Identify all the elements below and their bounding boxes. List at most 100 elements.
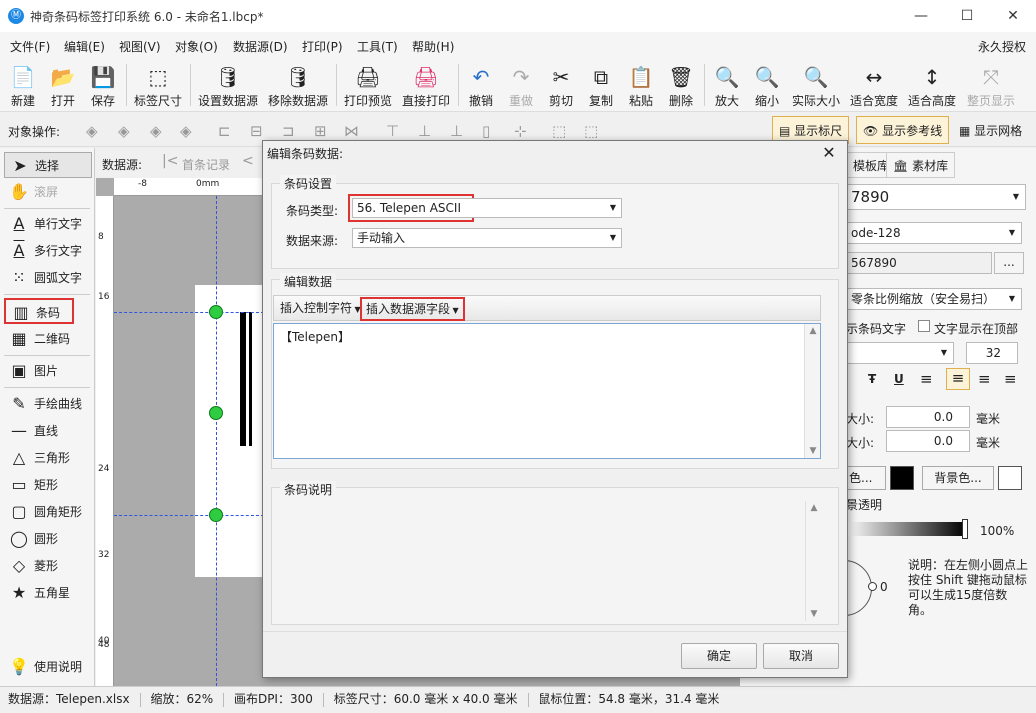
selection-handle[interactable] [209, 508, 223, 522]
menu-tools[interactable]: 工具(T) [357, 38, 398, 55]
help-button[interactable]: 💡 使用说明 [4, 654, 92, 680]
set-datasource-button[interactable]: 🛢 设置数据源 [196, 60, 260, 110]
tool-freehand[interactable]: ✎ 手绘曲线 [4, 391, 92, 417]
prev-record-icon[interactable]: < [242, 153, 254, 169]
save-button[interactable]: 💾 保存 [84, 60, 122, 110]
underline-icon[interactable]: U [894, 372, 904, 386]
first-record-button[interactable]: 首条记录 [182, 156, 230, 173]
tool-multi-line-text[interactable]: A 多行文字 [4, 238, 92, 264]
transparency-slider[interactable] [846, 522, 966, 536]
insert-control-char-button[interactable]: 插入控制字符 ▼ [276, 299, 365, 319]
align-center-text-icon[interactable]: ≡ [946, 368, 970, 390]
dialog-close-button[interactable]: ✕ [819, 143, 839, 162]
tab-material-library[interactable]: 🏛 素材库 [886, 152, 956, 178]
offset-y-stepper[interactable]: 0.0 [886, 430, 970, 452]
toggle-grid[interactable]: ▦ 显示网格 [952, 116, 1029, 144]
align-left-text-icon[interactable]: ≡ [920, 370, 933, 388]
description-scrollbar[interactable]: ▲ ▼ [805, 501, 821, 621]
selection-handle[interactable] [209, 305, 223, 319]
open-button[interactable]: 📂 打开 [44, 60, 82, 110]
ungroup-icon[interactable]: ⬚ [584, 122, 598, 140]
scroll-down-icon[interactable]: ▼ [806, 609, 822, 619]
browse-button[interactable]: ... [994, 252, 1024, 274]
first-record-icon[interactable]: |< [162, 153, 178, 169]
align-right-icon[interactable]: ⊐ [282, 122, 295, 140]
tool-diamond[interactable]: ◇ 菱形 [4, 553, 92, 579]
justify-text-icon[interactable]: ≡ [1004, 370, 1017, 388]
barcode-type-select[interactable]: 56. Telepen ASCII ▼ [352, 198, 622, 218]
menu-object[interactable]: 对象(O) [175, 38, 218, 55]
layer-down-icon[interactable]: ◈ [150, 122, 162, 140]
tool-circle[interactable]: ◯ 圆形 [4, 526, 92, 552]
redo-button[interactable]: ↷ 重做 [502, 60, 540, 110]
distribute-v-icon[interactable]: ⋈ [344, 122, 359, 140]
transparency-slider-handle[interactable] [962, 519, 968, 539]
align-bottom-icon[interactable]: ⊥ [450, 122, 463, 140]
tool-triangle[interactable]: △ 三角形 [4, 445, 92, 471]
tool-single-line-text[interactable]: A 单行文字 [4, 211, 92, 237]
data-source-select[interactable]: 手动输入 ▼ [352, 228, 622, 248]
foreground-color-button[interactable]: 色... [846, 466, 886, 490]
tool-qrcode[interactable]: ▦ 二维码 [4, 326, 92, 352]
background-color-swatch[interactable] [998, 466, 1022, 490]
background-color-button[interactable]: 背景色... [922, 466, 994, 490]
zoom-out-button[interactable]: 🔍 缩小 [748, 60, 786, 110]
scroll-up-icon[interactable]: ▲ [805, 326, 821, 336]
delete-button[interactable]: 🗑 删除 [662, 60, 700, 110]
label-size-button[interactable]: ⬚ 标签尺寸 [130, 60, 186, 110]
paste-button[interactable]: 📋 粘贴 [622, 60, 660, 110]
print-preview-button[interactable]: 🖨 打印预览 [342, 60, 394, 110]
menu-print[interactable]: 打印(P) [302, 38, 343, 55]
scroll-down-icon[interactable]: ▼ [805, 446, 821, 456]
align-right-text-icon[interactable]: ≡ [978, 370, 991, 388]
new-button[interactable]: 📄 新建 [4, 60, 42, 110]
font-family-combo[interactable]: ▼ [846, 342, 954, 364]
strikethrough-icon[interactable]: Ŧ [868, 372, 876, 386]
align-left-icon[interactable]: ⊏ [218, 122, 231, 140]
tool-select[interactable]: ➤ 选择 [4, 152, 92, 178]
tool-image[interactable]: ▣ 图片 [4, 358, 92, 384]
menu-view[interactable]: 视图(V) [119, 38, 161, 55]
same-height-icon[interactable]: ⊹ [514, 122, 527, 140]
group-icon[interactable]: ⬚ [552, 122, 566, 140]
close-window-button[interactable]: ✕ [990, 0, 1036, 32]
data-scrollbar[interactable]: ▲ ▼ [804, 324, 820, 458]
barcode-data-field[interactable]: 567890 [846, 252, 992, 274]
insert-datasource-field-button[interactable]: 插入数据源字段 ▼ [360, 297, 465, 321]
tool-line[interactable]: — 直线 [4, 418, 92, 444]
rotation-handle[interactable] [868, 582, 877, 591]
same-width-icon[interactable]: ▯ [482, 122, 490, 140]
align-middle-icon[interactable]: ⊥ [418, 122, 431, 140]
fit-width-button[interactable]: ↔ 适合宽度 [848, 60, 900, 110]
remove-datasource-button[interactable]: 🛢 移除数据源 [266, 60, 330, 110]
align-center-icon[interactable]: ⊟ [250, 122, 263, 140]
copy-button[interactable]: ⧉ 复制 [582, 60, 620, 110]
menu-edit[interactable]: 编辑(E) [64, 38, 105, 55]
layer-up-icon[interactable]: ◈ [86, 122, 98, 140]
toggle-guides[interactable]: 👁 显示参考线 [856, 116, 950, 144]
align-top-icon[interactable]: ⊤ [386, 122, 399, 140]
font-size-stepper[interactable]: 32 [966, 342, 1018, 364]
fit-height-button[interactable]: ↕ 适合高度 [906, 60, 958, 110]
foreground-color-swatch[interactable] [890, 466, 914, 490]
barcode-data-textarea[interactable]: 【Telepen】 ▲ ▼ [273, 323, 821, 459]
tool-star[interactable]: ★ 五角星 [4, 580, 92, 606]
tool-arc-text[interactable]: ⁙ 圆弧文字 [4, 265, 92, 291]
cancel-button[interactable]: 取消 [763, 643, 839, 669]
text-top-checkbox[interactable] [918, 320, 930, 332]
actual-size-button[interactable]: 🔍 实际大小 [790, 60, 842, 110]
scroll-up-icon[interactable]: ▲ [806, 503, 822, 513]
menu-help[interactable]: 帮助(H) [412, 38, 454, 55]
layer-bottom-icon[interactable]: ◈ [180, 122, 192, 140]
selection-handle[interactable] [209, 406, 223, 420]
tool-rectangle[interactable]: ▭ 矩形 [4, 472, 92, 498]
barcode-type-combo[interactable]: ode-128 ▼ [846, 222, 1022, 244]
distribute-h-icon[interactable]: ⊞ [314, 122, 327, 140]
barcode-value-combo[interactable]: 7890 ▼ [846, 184, 1026, 210]
tool-rounded-rectangle[interactable]: ▢ 圆角矩形 [4, 499, 92, 525]
tool-barcode[interactable]: ▥ 条码 [4, 298, 74, 324]
tool-pan[interactable]: ✋ 滚屏 [4, 179, 92, 205]
layer-top-icon[interactable]: ◈ [118, 122, 130, 140]
menu-datasource[interactable]: 数据源(D) [233, 38, 288, 55]
direct-print-button[interactable]: 🖨 直接打印 [400, 60, 452, 110]
